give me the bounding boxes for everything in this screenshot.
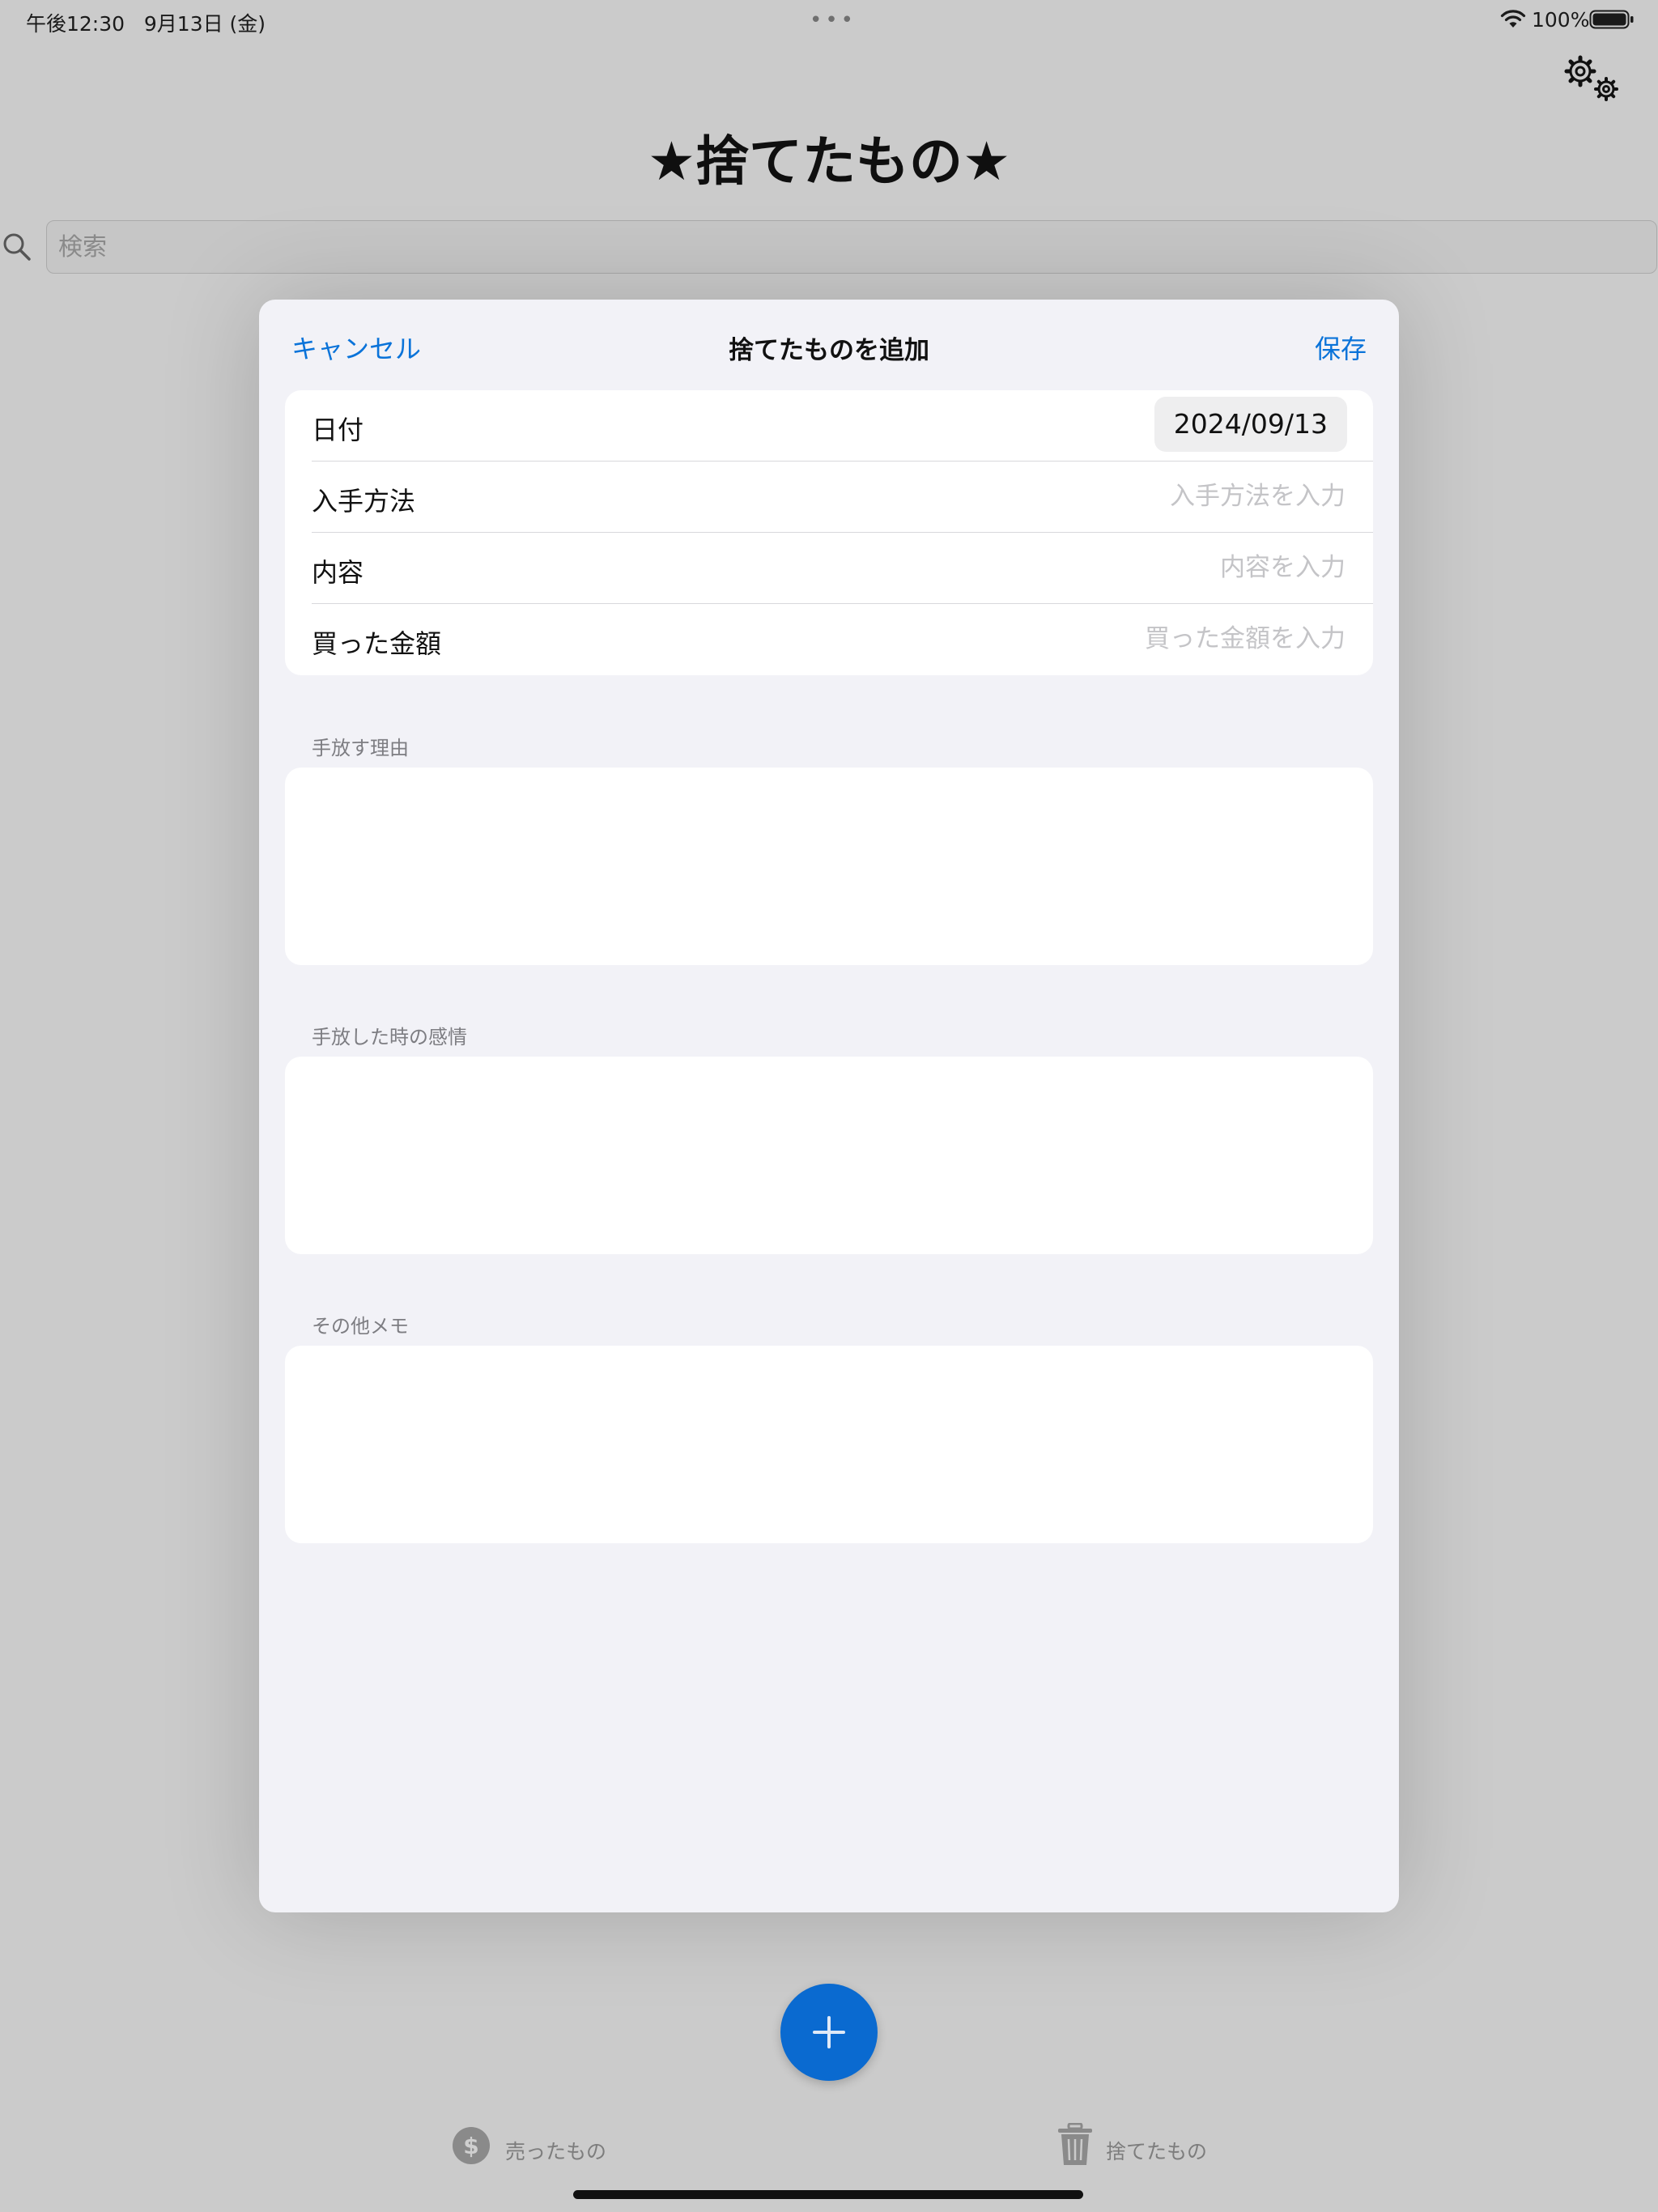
search-input[interactable]	[47, 221, 1658, 273]
date-label: 日付	[312, 415, 364, 445]
price-row: 買った金額	[285, 604, 1373, 675]
tab-sold-label: 売ったもの	[505, 2140, 607, 2163]
item-details-form: 日付 2024/09/13 入手方法 内容 買った金額	[285, 390, 1373, 675]
content-row: 内容	[285, 533, 1373, 604]
battery-icon	[1589, 10, 1634, 29]
status-time-text: 午後12:30	[26, 12, 125, 36]
search-field[interactable]	[46, 220, 1658, 274]
tab-sold-items[interactable]: $ 売ったもの	[452, 2126, 695, 2172]
tab-discarded-items[interactable]: 捨てたもの	[1057, 2123, 1300, 2172]
price-label: 買った金額	[312, 628, 442, 659]
dollar-circle-icon: $	[453, 2127, 490, 2164]
status-time: 午後12:30 9月13日 (金)	[26, 8, 266, 37]
gear-icon[interactable]	[1561, 53, 1624, 105]
multitasking-dots[interactable]: •••	[810, 8, 857, 32]
feeling-textarea[interactable]	[285, 1057, 1373, 1254]
trash-icon	[1058, 2123, 1092, 2165]
add-button[interactable]	[780, 1984, 878, 2081]
source-row: 入手方法	[285, 462, 1373, 533]
page-title: ★捨てたもの★	[647, 130, 1011, 193]
date-row: 日付 2024/09/13	[285, 390, 1373, 462]
search-icon	[3, 233, 31, 261]
memo-section-header: その他メモ	[312, 1315, 409, 1338]
tab-discarded-label: 捨てたもの	[1106, 2140, 1208, 2163]
status-date-text: 9月13日 (金)	[143, 12, 266, 36]
memo-text-area	[285, 1346, 1373, 1543]
content-label: 内容	[312, 557, 364, 588]
source-input[interactable]	[777, 473, 1347, 520]
plus-icon	[813, 2016, 845, 2048]
feeling-text-area	[285, 1057, 1373, 1254]
price-input[interactable]	[777, 615, 1347, 662]
reason-text-area	[285, 768, 1373, 965]
content-input[interactable]	[777, 544, 1347, 591]
add-discarded-item-sheet: キャンセル 捨てたものを追加 保存 日付 2024/09/13 入手方法 内容 …	[259, 300, 1399, 1912]
source-label: 入手方法	[312, 486, 416, 517]
save-button[interactable]: 保存	[1315, 329, 1367, 366]
svg-text:$: $	[463, 2133, 478, 2159]
memo-textarea[interactable]	[285, 1346, 1373, 1543]
reason-textarea[interactable]	[285, 768, 1373, 965]
home-indicator[interactable]	[573, 2190, 1083, 2199]
sheet-title: 捨てたものを追加	[729, 336, 929, 365]
feeling-section-header: 手放した時の感情	[312, 1026, 467, 1049]
battery-percent: 100%	[1532, 8, 1590, 32]
wifi-icon	[1500, 10, 1526, 28]
reason-section-header: 手放す理由	[312, 737, 409, 759]
date-picker[interactable]: 2024/09/13	[1154, 397, 1347, 452]
